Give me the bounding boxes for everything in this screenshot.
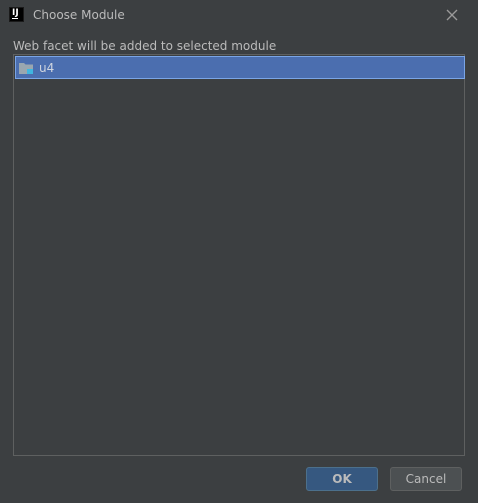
module-label: u4 xyxy=(39,61,55,75)
cancel-button[interactable]: Cancel xyxy=(390,467,462,491)
module-list[interactable]: u4 xyxy=(13,54,465,456)
list-item-module-u4[interactable]: u4 xyxy=(15,56,465,79)
description-label: Web facet will be added to selected modu… xyxy=(13,39,277,53)
app-icon-glyph: IJ xyxy=(12,8,19,18)
title-bar: IJ Choose Module xyxy=(0,0,478,30)
intellij-app-icon: IJ xyxy=(9,7,24,22)
ok-button[interactable]: OK xyxy=(306,467,378,491)
choose-module-dialog: IJ Choose Module Web facet will be added… xyxy=(0,0,478,503)
module-folder-icon xyxy=(18,61,34,75)
dialog-title: Choose Module xyxy=(33,8,125,22)
close-icon[interactable] xyxy=(443,6,461,24)
